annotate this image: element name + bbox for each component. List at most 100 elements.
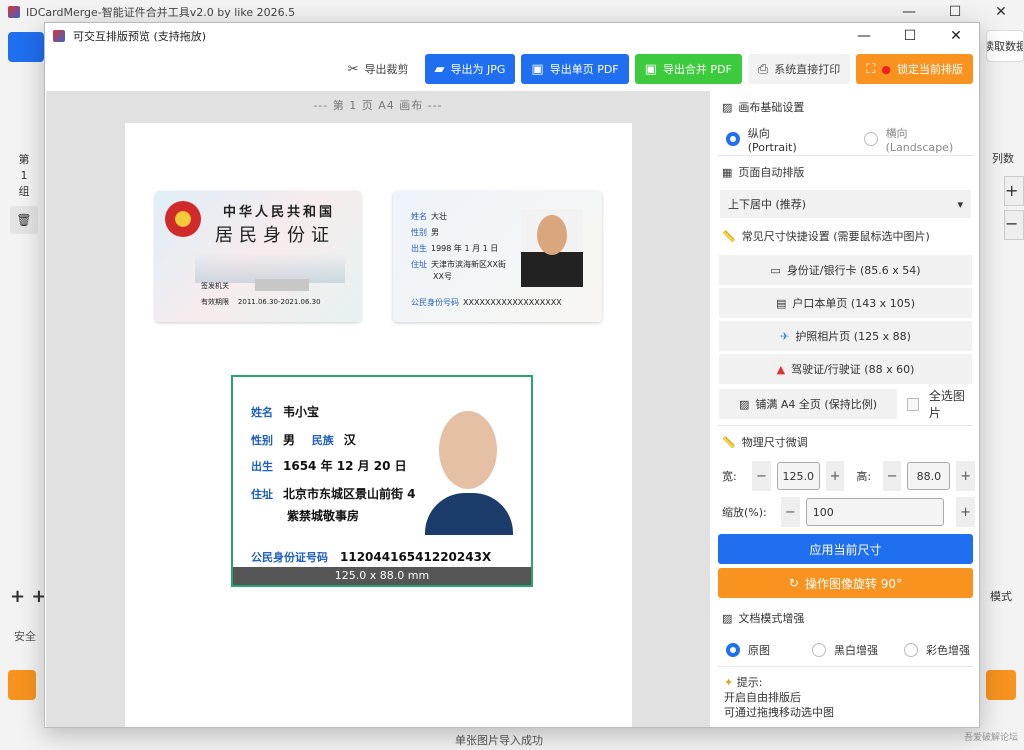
sel-sex-row: 性别男 民族汉 [251,433,356,447]
bg-cols-label: 列数 [992,152,1014,165]
id-card-front-image[interactable]: 中华人民共和国 居民身份证 签发机关 有效期限 2011.06.30-2021.… [155,191,361,322]
mode-original-radio[interactable] [726,643,740,657]
sel-addr-row2: 紫禁城敬事房 [287,509,360,523]
height-increment[interactable]: + [956,461,975,491]
save-icon: ▣ [531,61,544,77]
export-crop-button[interactable]: ✂ 导出裁剪 [338,54,419,84]
scissors-icon: ✂ [347,61,359,77]
rotate-icon: ↻ [788,576,799,590]
main-window-title: IDCardMerge-智能证件合并工具v2.0 by like 2026.5 [26,6,296,19]
bg-read-data-button[interactable]: 读取数据 [986,30,1024,62]
bg-monitor-button[interactable] [8,32,44,62]
selected-card-image[interactable]: 姓名 韦小宝 性别男 民族汉 出生 1654 年 12 月 20 日 住址 北京市东城… [231,375,533,587]
bg-group-label: 第 1 组 [18,153,30,198]
bg-orange-button-right[interactable] [986,670,1016,700]
printer-icon: ⎙ [757,61,769,77]
sel-addr-row: 住址 北京市东城区景山前街 4 号 [251,487,432,501]
image-icon: ▨ [722,611,733,625]
image-icon: ▨ [738,397,750,411]
scale-decrement[interactable]: − [780,497,800,527]
back-sex-row: 性别男 [411,228,439,237]
dialog-close-icon[interactable]: ✕ [933,28,979,44]
back-addr-row: 住址 天津市滨海新区XX街 [411,260,506,269]
size-passport-button[interactable]: ✈ 护照相片页 (125 x 88) [719,321,972,351]
preview-dialog: 可交互排版预览 (支持拖放) — ☐ ✕ ✂ 导出裁剪 ▰ 导出为 JPG ▣ … [44,22,980,728]
export-merge-pdf-button[interactable]: ▣ 导出合并 PDF [634,54,742,84]
scale-increment[interactable]: + [956,497,975,527]
a4-page[interactable]: 中华人民共和国 居民身份证 签发机关 有效期限 2011.06.30-2021.… [125,123,632,727]
export-jpg-button[interactable]: ▰ 导出为 JPG [424,54,516,84]
dimension-row: 宽: − 125.0 + 高: − 88.0 + [716,458,975,494]
auto-layout-header: ▦ 页面自动排版 [722,165,805,180]
portrait-radio[interactable] [726,132,740,146]
width-decrement[interactable]: − [752,461,771,491]
ruler-icon: 📏 [722,435,736,449]
back-addr-row2: XX号 [433,272,452,281]
width-input[interactable]: 125.0 [776,462,820,490]
landscape-radio[interactable] [864,132,878,146]
dropdown-icon: ▾ [957,197,963,211]
plane-icon: ✈ [780,329,790,343]
bg-plus-button[interactable]: + [1004,176,1024,206]
page-label: --- 第 1 页 A4 画布 --- [313,99,443,112]
print-button[interactable]: ⎙ 系统直接打印 [747,54,851,84]
select-all-checkbox[interactable] [907,397,919,411]
fill-a4-button[interactable]: ▨ 铺满 A4 全页 (保持比例) [719,389,897,419]
bulb-icon: ✦ [724,676,734,689]
scale-input[interactable]: 100 [805,498,945,526]
doc-mode-header: ▨ 文档模式增强 [722,611,805,626]
dialog-titlebar: 可交互排版预览 (支持拖放) — ☐ ✕ [45,23,979,49]
redacted-block [255,279,309,291]
doc-mode-row: 原图 黑白增强 彩色增强 [716,634,975,666]
dialog-toolbar: ✂ 导出裁剪 ▰ 导出为 JPG ▣ 导出单页 PDF ▣ 导出合并 PDF ⎙… [45,49,979,89]
size-hukou-button[interactable]: ▤ 户口本单页 (143 x 105) [719,288,972,318]
back-birth-row: 出生 1998 年 1 月 1 日 [411,244,499,253]
select-all-label: 全选图片 [928,389,965,420]
red-dot-icon: ● [881,62,891,76]
sel-birth-row: 出生 1654 年 12 月 20 日 [251,459,407,473]
image-icon: ▨ [722,100,733,114]
bg-mode-label: 模式 [990,590,1012,603]
lock-layout-button[interactable]: ⛶ ● 锁定当前排版 [856,54,973,84]
valid-period: 有效期限 2011.06.30-2021.06.30 [201,298,321,306]
watermark: 吾爱破解论坛 [963,733,1018,743]
back-id-row: 公民身份号码 XXXXXXXXXXXXXXXXXX [411,298,562,307]
mode-color-radio[interactable] [904,643,918,657]
bg-orange-button[interactable] [8,670,36,700]
height-decrement[interactable]: − [882,461,902,491]
width-increment[interactable]: + [825,461,845,491]
bg-minus-button[interactable]: − [1004,210,1024,240]
save-icon: ▣ [644,61,657,77]
main-titlebar: IDCardMerge-智能证件合并工具v2.0 by like 2026.5 … [0,0,1024,24]
authority-label: 签发机关 [201,282,229,290]
bg-add-button[interactable]: + + [10,586,46,607]
trash-icon[interactable]: 🗑 [10,206,38,234]
mode-bw-radio[interactable] [812,643,826,657]
car-icon: ▲ [776,362,786,376]
settings-panel: ▨ 画布基础设置 纵向 (Portrait) 横向 (Landscape) ▦ 页面… [712,91,979,727]
back-name-row: 姓名 大壮 [411,212,447,221]
dialog-maximize-icon[interactable]: ☐ [887,28,933,44]
canvas-area[interactable]: --- 第 1 页 A4 画布 --- 中华人民共和国 居民身份证 签发机关 有… [46,91,710,727]
size-driver-button[interactable]: ▲ 驾驶证/行驶证 (88 x 60) [719,354,972,384]
id-card-back-image[interactable]: 姓名 大壮 性别男 出生 1998 年 1 月 1 日 住址 天津市滨海新区XX街 X… [393,191,602,322]
export-single-pdf-button[interactable]: ▣ 导出单页 PDF [521,54,629,84]
selected-portrait-photo [417,407,519,535]
card-icon: ▭ [770,263,781,277]
emblem-icon [165,201,201,237]
auto-layout-select[interactable]: 上下居中 (推荐) ▾ [720,190,971,218]
dialog-minimize-icon[interactable]: — [841,28,887,44]
maximize-icon[interactable]: ☐ [932,4,978,20]
front-line1: 中华人民共和国 [223,205,336,220]
close-icon[interactable]: ✕ [978,4,1024,20]
size-overlay: 125.0 x 88.0 mm [233,567,531,585]
minimize-icon[interactable]: — [886,4,932,20]
sel-id-row: 公民身份证号码 11204416541220243X [251,550,492,564]
fullscreen-icon: ⛶ [866,61,876,77]
sel-name-row: 姓名 韦小宝 [251,405,320,419]
apply-size-button[interactable]: 应用当前尺寸 [718,534,973,564]
height-input[interactable]: 88.0 [907,462,951,490]
scale-row: 缩放(%): − 100 + [716,494,975,530]
rotate-button[interactable]: ↻ 操作图像旋转 90° [718,568,973,598]
size-id-card-button[interactable]: ▭ 身份证/银行卡 (85.6 x 54) [719,255,972,285]
